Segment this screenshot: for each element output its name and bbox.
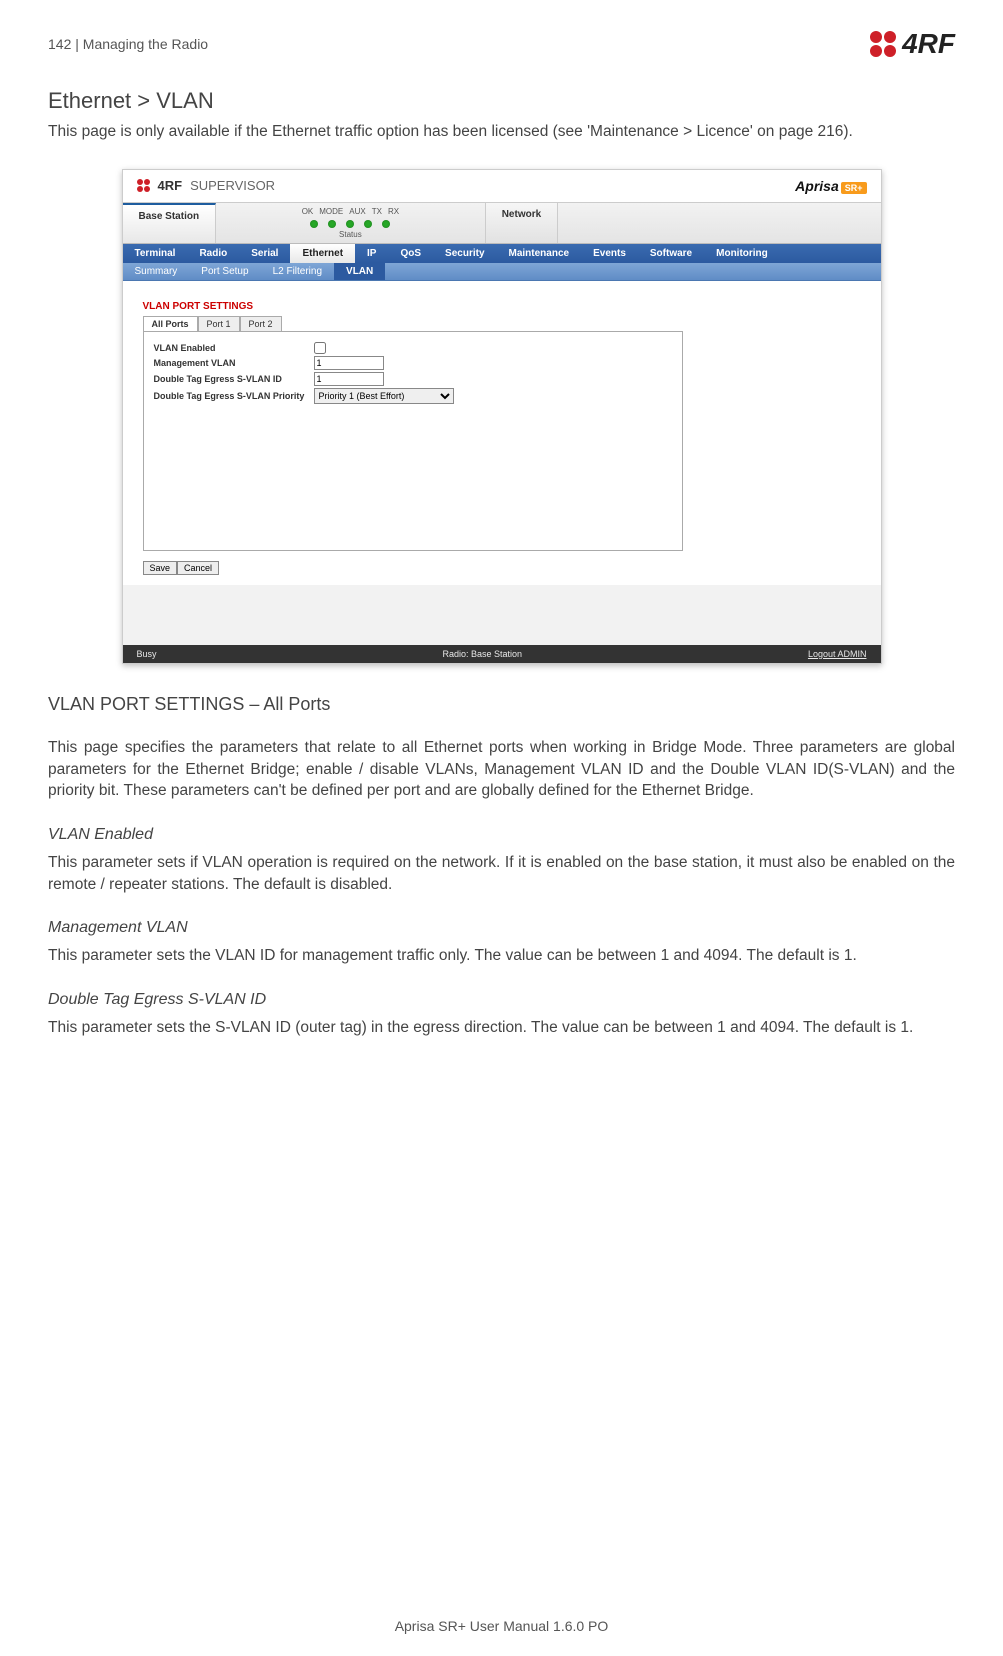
section-title: VLAN PORT SETTINGS — [143, 301, 861, 312]
led-row — [310, 220, 390, 228]
mgmt-vlan-label: Management VLAN — [154, 358, 314, 368]
form-buttons: Save Cancel — [143, 561, 861, 575]
page-header: 142 | Managing the Radio 4RF — [48, 28, 955, 60]
led-aux-icon — [346, 220, 354, 228]
vlan-form: VLAN Enabled Management VLAN Double Tag … — [143, 331, 683, 551]
ss-header: 4RF SUPERVISOR AprisaSR+ — [123, 170, 881, 203]
ss-footer: Busy Radio: Base Station Logout ADMIN — [123, 645, 881, 663]
page-num-title: 142 | Managing the Radio — [48, 36, 208, 52]
sub2-body: This parameter sets the VLAN ID for mana… — [48, 945, 955, 967]
tab-network[interactable]: Network — [485, 203, 558, 243]
logo-4rf: 4RF — [870, 28, 955, 60]
footer-status: Busy — [137, 649, 157, 659]
mgmt-vlan-input[interactable] — [314, 356, 384, 370]
ss-content: VLAN PORT SETTINGS All Ports Port 1 Port… — [123, 281, 881, 585]
double-tag-pri-label: Double Tag Egress S-VLAN Priority — [154, 391, 314, 401]
sub3-title: Double Tag Egress S-VLAN ID — [48, 991, 955, 1009]
status-label: Status — [339, 230, 362, 239]
nav-radio[interactable]: Radio — [187, 244, 239, 263]
vlan-enabled-label: VLAN Enabled — [154, 343, 314, 353]
sub1-title: VLAN Enabled — [48, 826, 955, 844]
section-heading: VLAN PORT SETTINGS – All Ports — [48, 694, 955, 715]
double-tag-id-input[interactable] — [314, 372, 384, 386]
primary-nav: Terminal Radio Serial Ethernet IP QoS Se… — [123, 244, 881, 263]
led-ok-icon — [310, 220, 318, 228]
nav-software[interactable]: Software — [638, 244, 704, 263]
subtab-all-ports[interactable]: All Ports — [143, 316, 198, 331]
ss-bottom-spacer — [123, 585, 881, 645]
ss-station-tabs: Base Station OK MODE AUX TX RX — [123, 203, 881, 244]
double-tag-pri-select[interactable]: Priority 1 (Best Effort) — [314, 388, 454, 404]
save-button[interactable]: Save — [143, 561, 178, 575]
vlan-enabled-checkbox[interactable] — [314, 342, 326, 354]
nav-events[interactable]: Events — [581, 244, 638, 263]
sub2-title: Management VLAN — [48, 919, 955, 937]
tab-base-station[interactable]: Base Station — [123, 203, 217, 243]
subnav-port-setup[interactable]: Port Setup — [189, 263, 260, 280]
secondary-nav: Summary Port Setup L2 Filtering VLAN — [123, 263, 881, 281]
logout-link[interactable]: Logout ADMIN — [808, 649, 867, 659]
nav-security[interactable]: Security — [433, 244, 496, 263]
sub1-body: This parameter sets if VLAN operation is… — [48, 852, 955, 895]
ss-brand: 4RF SUPERVISOR — [137, 178, 276, 193]
logo-text: 4RF — [902, 28, 955, 60]
nav-qos[interactable]: QoS — [388, 244, 433, 263]
ss-brand-label: SUPERVISOR — [190, 178, 275, 193]
status-panel: OK MODE AUX TX RX Status — [216, 203, 485, 243]
chapter-title: Managing the Radio — [83, 36, 208, 52]
subtab-port-2[interactable]: Port 2 — [240, 316, 282, 331]
led-mode-icon — [328, 220, 336, 228]
led-rx-icon — [382, 220, 390, 228]
nav-monitoring[interactable]: Monitoring — [704, 244, 780, 263]
cancel-button[interactable]: Cancel — [177, 561, 219, 575]
ss-brand-prefix: 4RF — [158, 178, 183, 193]
aprisa-logo: AprisaSR+ — [795, 178, 866, 194]
page-footer: Aprisa SR+ User Manual 1.6.0 PO — [0, 1618, 1003, 1634]
sub3-body: This parameter sets the S-VLAN ID (outer… — [48, 1017, 955, 1039]
footer-radio: Radio: Base Station — [442, 649, 522, 659]
page-number: 142 — [48, 36, 71, 52]
nav-serial[interactable]: Serial — [239, 244, 290, 263]
led-labels: OK MODE AUX TX RX — [302, 207, 399, 216]
subnav-summary[interactable]: Summary — [123, 263, 190, 280]
ports-paragraph: This page specifies the parameters that … — [48, 737, 955, 802]
intro-paragraph: This page is only available if the Ether… — [48, 122, 955, 143]
nav-terminal[interactable]: Terminal — [123, 244, 188, 263]
nav-ip[interactable]: IP — [355, 244, 388, 263]
double-tag-id-label: Double Tag Egress S-VLAN ID — [154, 374, 314, 384]
nav-ethernet[interactable]: Ethernet — [290, 244, 355, 263]
led-tx-icon — [364, 220, 372, 228]
supervisor-screenshot: 4RF SUPERVISOR AprisaSR+ Base Station OK… — [122, 169, 882, 664]
logo-dots-icon — [137, 179, 150, 192]
subtab-port-1[interactable]: Port 1 — [198, 316, 240, 331]
subnav-l2-filtering[interactable]: L2 Filtering — [261, 263, 334, 280]
port-subtabs: All Ports Port 1 Port 2 — [143, 316, 861, 331]
logo-dots-icon — [870, 31, 896, 57]
nav-maintenance[interactable]: Maintenance — [497, 244, 582, 263]
subnav-vlan[interactable]: VLAN — [334, 263, 385, 280]
page-title: Ethernet > VLAN — [48, 88, 955, 114]
